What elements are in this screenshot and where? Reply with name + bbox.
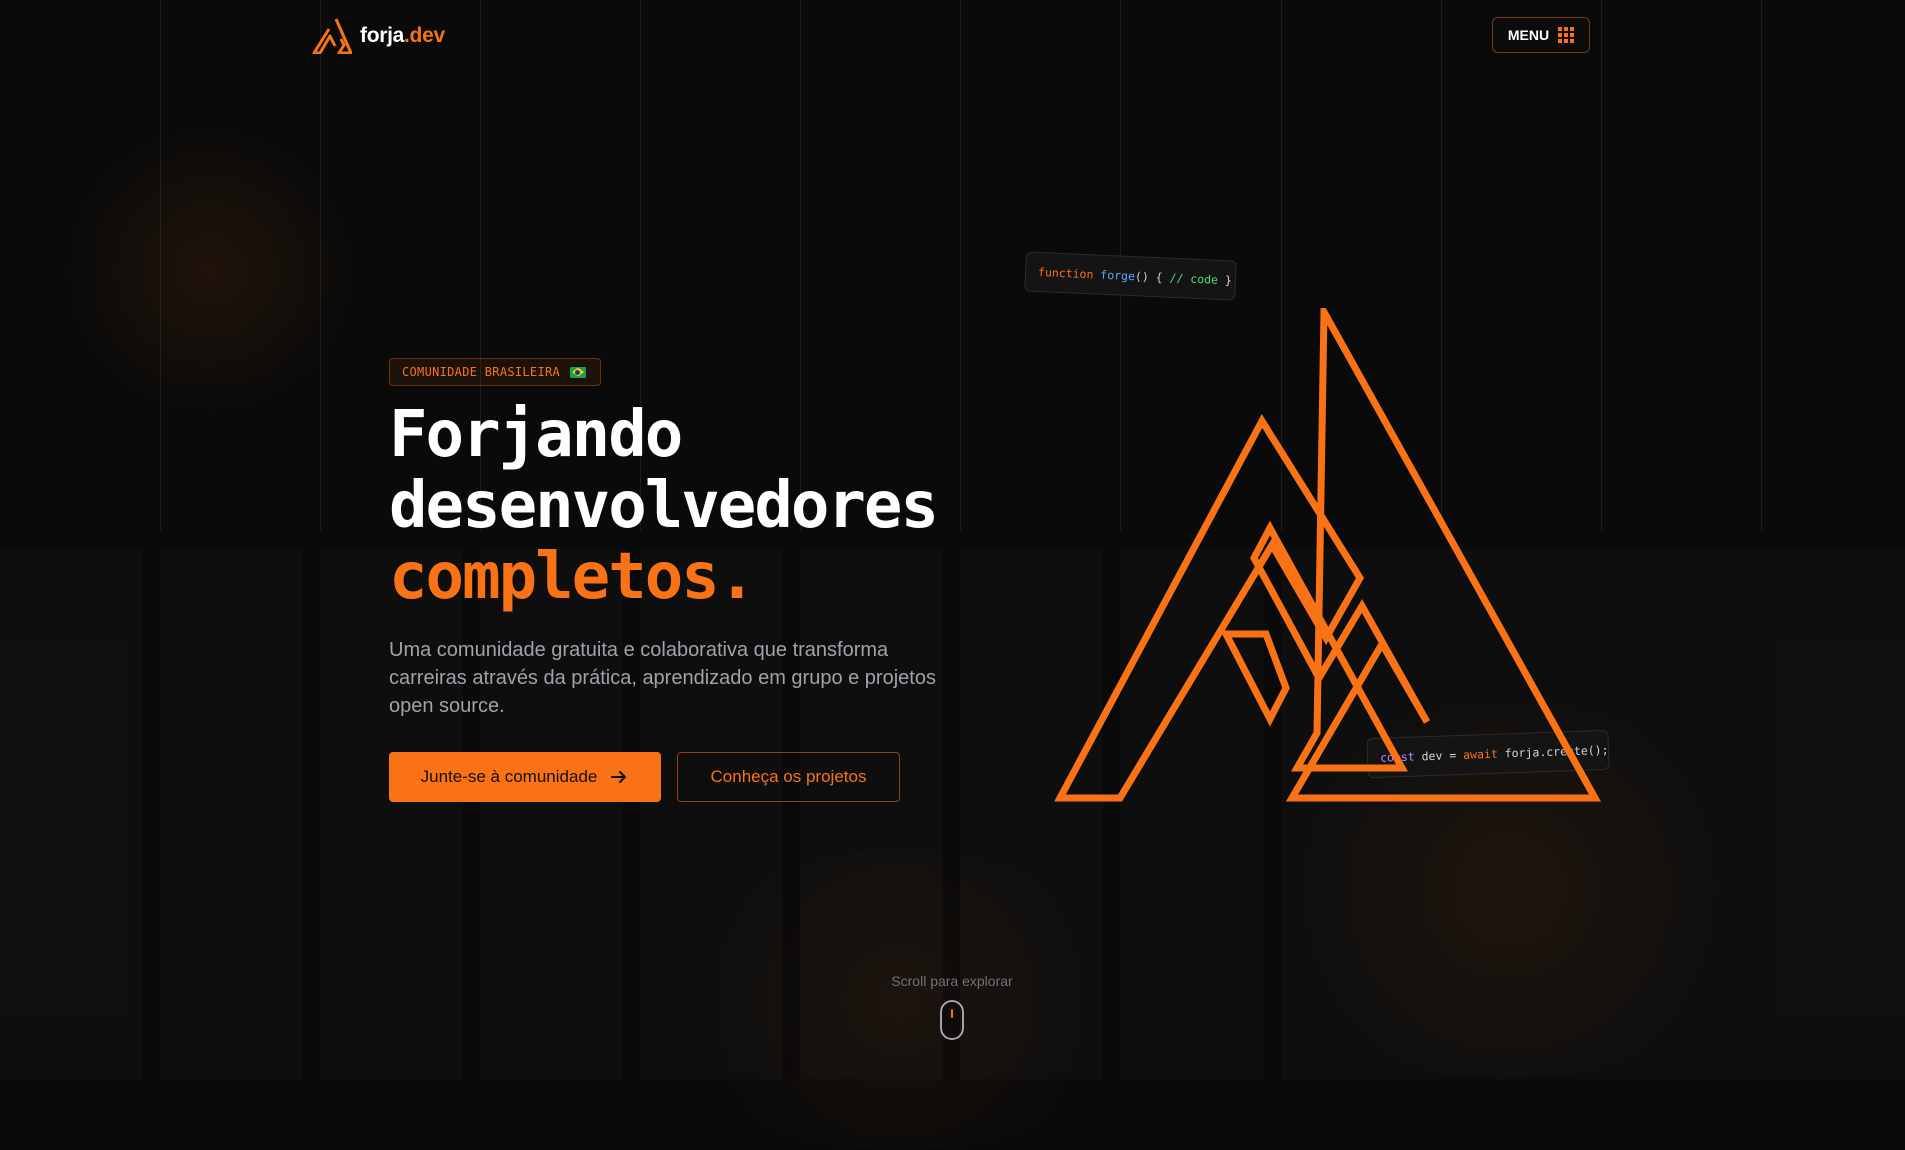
background-bar (623, 548, 640, 1079)
badge-label: COMUNIDADE BRASILEIRA (402, 365, 561, 379)
code-brace-close: } (1224, 273, 1233, 288)
headline-line-2: desenvolvedores (389, 469, 939, 543)
headline-line-1: Forjando (389, 398, 683, 472)
scroll-hint: Scroll para explorar (891, 973, 1013, 989)
headline-line-3: completos. (389, 540, 756, 614)
brazil-flag-icon (570, 366, 587, 378)
code-brace-open: { (1155, 270, 1163, 285)
brand-logo[interactable]: forja.dev (312, 18, 445, 54)
background-bar (463, 548, 480, 1079)
background-glow (60, 120, 360, 420)
code-comment: // code (1169, 270, 1219, 287)
arrow-right-icon (611, 771, 627, 783)
projects-label: Conheça os projetos (710, 767, 867, 786)
grid-line (160, 0, 161, 531)
menu-button[interactable]: MENU (1492, 17, 1590, 53)
grid-line (320, 0, 321, 531)
code-snippet-card: function forge() { // code } (1024, 251, 1237, 301)
community-badge: COMUNIDADE BRASILEIRA (389, 358, 602, 386)
projects-button[interactable]: Conheça os projetos (677, 752, 900, 802)
join-community-button[interactable]: Junte-se à comunidade (389, 752, 661, 802)
code-keyword: function (1037, 264, 1094, 282)
mouse-icon (940, 1000, 964, 1040)
forja-logo-icon (312, 18, 352, 54)
code-parens: () (1134, 269, 1150, 284)
menu-label: MENU (1507, 27, 1550, 43)
logo-shape-tall (1250, 308, 1601, 802)
code-function-name: forge (1100, 267, 1136, 284)
background-bar (143, 548, 160, 1079)
grid-line (1761, 0, 1762, 531)
hero-subtitle: Uma comunidade gratuita e colaborativa q… (389, 639, 936, 717)
logo-shape-inner (1220, 630, 1290, 727)
grid-line (960, 0, 961, 531)
forja-logo-illustration (1054, 308, 1601, 802)
background-bar (303, 548, 320, 1079)
background-bar (783, 548, 800, 1079)
brand-name: forja.dev (360, 24, 445, 47)
hero-headline: Forjando desenvolvedores completos. (389, 398, 939, 614)
grid-menu-icon (1558, 27, 1575, 43)
join-community-label: Junte-se à comunidade (420, 767, 598, 786)
